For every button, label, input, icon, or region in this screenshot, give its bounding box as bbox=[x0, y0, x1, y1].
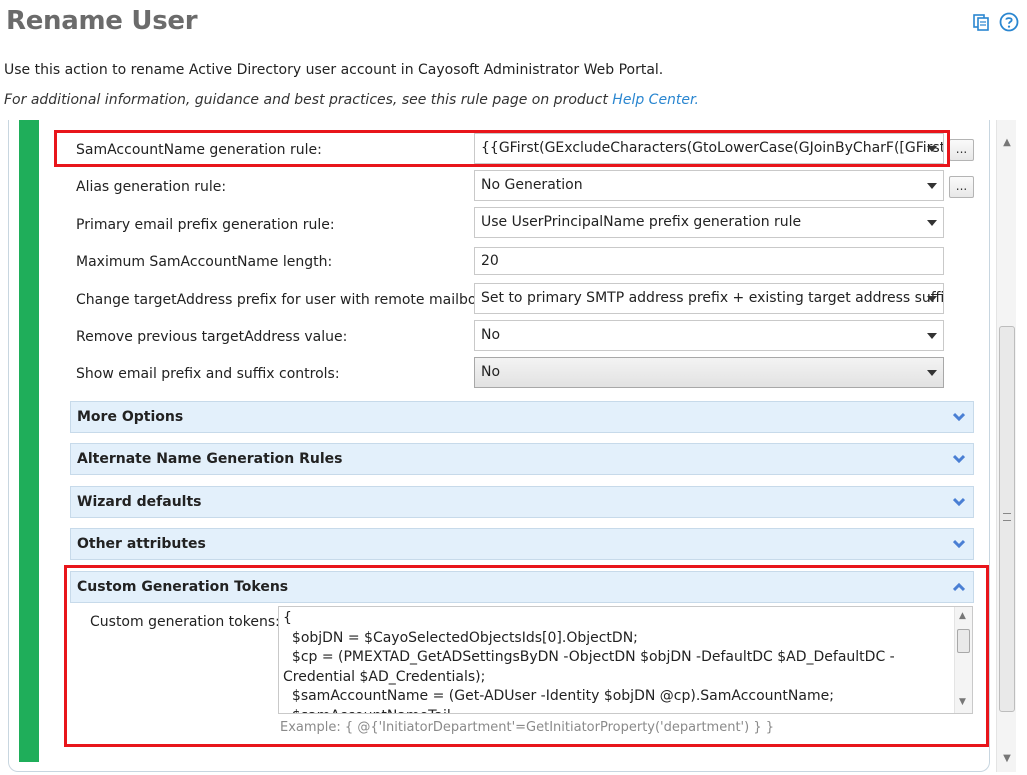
alias-rule-value: No Generation bbox=[481, 177, 583, 193]
section-wizard-defaults[interactable]: Wizard defaults bbox=[70, 486, 974, 518]
remove-target-address-select[interactable]: No bbox=[474, 320, 944, 351]
show-email-controls-label: Show email prefix and suffix controls: bbox=[76, 366, 340, 382]
page-title: Rename User bbox=[6, 6, 198, 36]
chevron-down-icon bbox=[953, 454, 965, 464]
chevron-down-icon bbox=[953, 412, 965, 422]
chevron-down-icon bbox=[927, 370, 937, 376]
max-length-input[interactable]: 20 bbox=[474, 247, 944, 275]
help-info: For additional information, guidance and… bbox=[4, 92, 699, 108]
custom-tokens-value: { $objDN = $CayoSelectedObjectsIds[0].Ob… bbox=[283, 610, 895, 713]
page-scrollbar[interactable]: ▲ ▼ bbox=[996, 120, 1016, 772]
custom-tokens-textarea[interactable]: { $objDN = $CayoSelectedObjectsIds[0].Ob… bbox=[278, 606, 973, 714]
copy-icon[interactable] bbox=[971, 12, 991, 32]
samaccountname-rule-value: {{GFirst(GExcludeCharacters(GtoLowerCase… bbox=[481, 140, 944, 156]
custom-tokens-label: Custom generation tokens: bbox=[90, 614, 280, 630]
samaccountname-rule-select[interactable]: {{GFirst(GExcludeCharacters(GtoLowerCase… bbox=[474, 133, 944, 164]
chevron-down-icon bbox=[927, 220, 937, 226]
target-address-value: Set to primary SMTP address prefix + exi… bbox=[481, 290, 944, 306]
page-description: Use this action to rename Active Directo… bbox=[4, 62, 664, 78]
show-email-controls-value: No bbox=[481, 364, 501, 380]
chevron-down-icon bbox=[927, 146, 937, 152]
chevron-down-icon bbox=[953, 497, 965, 507]
chevron-down-icon bbox=[953, 539, 965, 549]
section-other-attributes[interactable]: Other attributes bbox=[70, 528, 974, 560]
chevron-down-icon bbox=[927, 296, 937, 302]
section-label: Alternate Name Generation Rules bbox=[77, 451, 343, 467]
textarea-scrollbar[interactable]: ▲ ▼ bbox=[954, 607, 972, 713]
target-address-select[interactable]: Set to primary SMTP address prefix + exi… bbox=[474, 283, 944, 314]
help-icon[interactable] bbox=[999, 12, 1019, 32]
max-length-label: Maximum SamAccountName length: bbox=[76, 254, 333, 270]
scroll-down-icon[interactable]: ▼ bbox=[1001, 754, 1013, 764]
section-label: Wizard defaults bbox=[77, 494, 202, 510]
scroll-down-icon[interactable]: ▼ bbox=[959, 697, 966, 707]
alias-rule-select[interactable]: No Generation bbox=[474, 170, 944, 201]
section-more-options[interactable]: More Options bbox=[70, 401, 974, 433]
chevron-down-icon bbox=[927, 183, 937, 189]
alias-rule-label: Alias generation rule: bbox=[76, 179, 227, 195]
alias-rule-edit-button[interactable]: ... bbox=[949, 176, 974, 198]
custom-tokens-example: Example: { @{'InitiatorDepartment'=GetIn… bbox=[280, 720, 774, 735]
help-center-link[interactable]: Help Center. bbox=[612, 92, 699, 108]
scroll-up-icon[interactable]: ▲ bbox=[959, 611, 966, 621]
email-prefix-rule-label: Primary email prefix generation rule: bbox=[76, 217, 335, 233]
section-label: Custom Generation Tokens bbox=[77, 579, 289, 595]
accent-bar bbox=[19, 120, 39, 762]
scroll-up-icon[interactable]: ▲ bbox=[1001, 138, 1013, 148]
section-label: Other attributes bbox=[77, 536, 206, 552]
samaccountname-rule-label: SamAccountName generation rule: bbox=[76, 142, 322, 158]
scroll-thumb[interactable] bbox=[999, 326, 1015, 712]
section-label: More Options bbox=[77, 409, 184, 425]
show-email-controls-select[interactable]: No bbox=[474, 357, 944, 388]
samaccountname-rule-edit-button[interactable]: ... bbox=[949, 139, 974, 161]
remove-target-address-value: No bbox=[481, 327, 501, 343]
email-prefix-rule-select[interactable]: Use UserPrincipalName prefix generation … bbox=[474, 207, 944, 238]
target-address-label: Change targetAddress prefix for user wit… bbox=[76, 292, 489, 308]
textarea-scroll-thumb[interactable] bbox=[957, 629, 970, 653]
header-toolbar bbox=[971, 12, 1019, 32]
help-info-text: For additional information, guidance and… bbox=[4, 92, 613, 108]
chevron-down-icon bbox=[927, 333, 937, 339]
section-custom-generation-tokens[interactable]: Custom Generation Tokens bbox=[70, 571, 974, 603]
remove-target-address-label: Remove previous targetAddress value: bbox=[76, 329, 348, 345]
max-length-value: 20 bbox=[481, 253, 499, 269]
section-alternate-name-rules[interactable]: Alternate Name Generation Rules bbox=[70, 443, 974, 475]
email-prefix-rule-value: Use UserPrincipalName prefix generation … bbox=[481, 214, 802, 230]
chevron-up-icon bbox=[953, 582, 965, 592]
